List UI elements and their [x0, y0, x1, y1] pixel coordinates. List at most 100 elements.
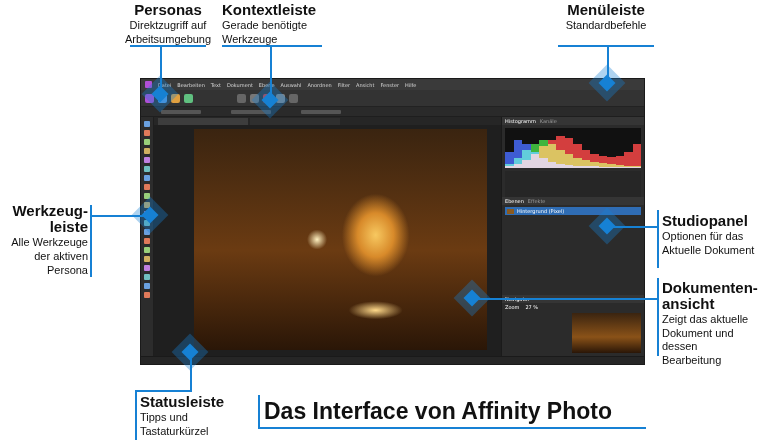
menu-item[interactable]: Auswahl [281, 82, 302, 88]
callout-title: Kontextleiste [222, 2, 334, 18]
histogram-bar [514, 140, 523, 168]
callout-line [657, 278, 659, 356]
menu-item[interactable]: Bearbeiten [177, 82, 204, 88]
tool-icon[interactable] [144, 265, 150, 271]
callout-line [222, 45, 322, 47]
document-tab[interactable] [250, 118, 340, 125]
histogram-info [505, 171, 641, 197]
callout-text: Tipps und [140, 411, 250, 424]
menu-item[interactable]: Fenster [381, 82, 400, 88]
callout: StatusleisteTipps undTastaturkürzel [140, 394, 250, 438]
callout-line [558, 45, 654, 47]
zoom-value[interactable]: 27 % [525, 304, 538, 310]
callout-text: Bearbeitung [662, 354, 766, 367]
tool-icon[interactable] [144, 274, 150, 280]
callout: Dokumenten-ansichtZeigt das aktuelleDoku… [662, 280, 766, 367]
callout-title: Statusleiste [140, 394, 250, 410]
menu-item[interactable]: Anordnen [307, 82, 331, 88]
document-view [154, 117, 501, 356]
histogram-bar [556, 164, 565, 168]
histogram-bar [599, 167, 608, 168]
tool-icon[interactable] [144, 130, 150, 136]
tool-icon[interactable] [144, 256, 150, 262]
context-bar [141, 107, 644, 117]
layer-row[interactable]: Hintergrund (Pixel) [505, 207, 641, 215]
callout-text: der aktiven [2, 250, 88, 263]
zoom-row: Zoom 27 % [502, 303, 644, 311]
menu-item[interactable]: Ansicht [356, 82, 374, 88]
menu-item[interactable]: Hilfe [405, 82, 416, 88]
navigator-thumbnail[interactable] [572, 313, 641, 353]
callout-line [135, 390, 137, 440]
tools-panel [141, 117, 154, 356]
panel-tabs: Histogramm Kanäle [502, 117, 644, 125]
main-title: Das Interface von Affinity Photo [264, 398, 612, 424]
menu-item[interactable]: Dokument [227, 82, 253, 88]
tool-icon[interactable] [144, 148, 150, 154]
panel-tab[interactable]: Ebenen [505, 198, 524, 204]
app-window: DateiBearbeitenTextDokumentEbeneAuswahlA… [140, 78, 645, 365]
document-tabs [154, 117, 501, 125]
callout: PersonasDirektzugriff aufArbeitsumgebung [118, 2, 218, 46]
callout-text: Werkzeuge [222, 33, 334, 46]
context-field[interactable] [161, 110, 201, 114]
histogram-bar [573, 166, 582, 168]
callout-text: Standardbefehle [556, 19, 656, 32]
tool-icon[interactable] [144, 139, 150, 145]
tool-icon[interactable] [144, 184, 150, 190]
histogram-bar [624, 167, 633, 168]
tool-icon[interactable] [144, 283, 150, 289]
menu-item[interactable]: Text [211, 82, 221, 88]
callout-text: Aktuelle Dokument [662, 244, 766, 257]
histogram-chart [505, 128, 641, 168]
panel-tab[interactable]: Effekte [528, 198, 546, 204]
infographic: DateiBearbeitenTextDokumentEbeneAuswahlA… [0, 0, 768, 442]
callout-text: Optionen für das [662, 230, 766, 243]
callout-text: Alle Werkzeuge [2, 236, 88, 249]
callout: Werkzeug-leisteAlle Werkzeugeder aktiven… [2, 203, 88, 277]
tool-icon[interactable] [144, 166, 150, 172]
menu-bar: DateiBearbeitenTextDokumentEbeneAuswahlA… [141, 79, 644, 90]
callout-text: Direktzugriff auf [118, 19, 218, 32]
callout: KontextleisteGerade benötigteWerkzeuge [222, 2, 334, 46]
status-bar [141, 356, 644, 364]
tool-icon[interactable] [144, 157, 150, 163]
tool-icon[interactable] [144, 247, 150, 253]
tool-icon[interactable] [144, 292, 150, 298]
callout-title: Dokumenten- [662, 280, 766, 296]
tool-icon[interactable] [144, 121, 150, 127]
histogram-bar [633, 167, 642, 168]
histogram-bar [616, 167, 625, 168]
zoom-label: Zoom [505, 304, 519, 310]
callout: MenüleisteStandardbefehle [556, 2, 656, 32]
context-field[interactable] [301, 110, 341, 114]
tool-icon[interactable] [144, 238, 150, 244]
tool-icon[interactable] [144, 175, 150, 181]
callout: StudiopanelOptionen für dasAktuelle Doku… [662, 213, 766, 257]
callout-line [657, 210, 659, 268]
menu-item[interactable]: Filter [338, 82, 350, 88]
histogram-bar [539, 158, 548, 168]
toolbar-button-icon[interactable] [289, 94, 298, 103]
layer-name: Hintergrund (Pixel) [517, 208, 564, 214]
histogram-bar [607, 167, 616, 168]
callout-title: ansicht [662, 296, 766, 312]
callout-text: Arbeitsumgebung [118, 33, 218, 46]
histogram-bar [590, 166, 599, 168]
callout-line [135, 390, 192, 392]
document-tab[interactable] [158, 118, 248, 125]
layer-thumbnail-icon [507, 209, 514, 214]
canvas [154, 125, 501, 356]
panel-tab[interactable]: Histogramm [505, 118, 536, 124]
callout-text: Gerade benötigte [222, 19, 334, 32]
document-photo[interactable] [194, 129, 487, 350]
toolbar-button-icon[interactable] [237, 94, 246, 103]
callout-line [130, 45, 206, 47]
callout-line [258, 395, 260, 429]
persona-icon[interactable] [184, 94, 193, 103]
callout-title: Menüleiste [556, 2, 656, 18]
histogram-series [505, 128, 641, 168]
histogram-bar [565, 165, 574, 168]
panel-tab[interactable]: Kanäle [540, 118, 557, 124]
histogram-bar [505, 152, 514, 168]
